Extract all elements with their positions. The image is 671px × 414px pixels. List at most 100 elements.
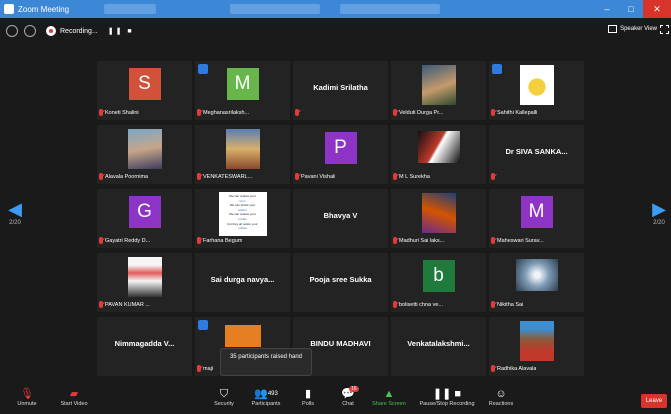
speaker-view-button[interactable]: Speaker View [608, 25, 657, 33]
muted-mic-icon [197, 109, 201, 116]
participant-name: Maheswari Surav... [497, 237, 544, 244]
muted-mic-icon [99, 109, 103, 116]
avatar: G [128, 196, 161, 228]
pause-stop-recording-button[interactable]: ❚❚ ■ Pause/Stop Recording [416, 388, 478, 407]
blurred-tab [104, 4, 156, 14]
previous-page-button[interactable]: ◀ 2/20 [5, 200, 25, 226]
avatar: P [324, 132, 357, 164]
muted-mic-icon [491, 109, 495, 116]
participant-tile[interactable]: M Meghanasrilaksh... [195, 61, 290, 120]
participant-photo [127, 129, 162, 169]
meeting-toolbar: 🎙 Unmute ▰ Start Video ⛉ Security 👥493 P… [0, 386, 671, 414]
maximize-button[interactable]: □ [619, 0, 643, 18]
participant-tile[interactable]: Madhuri Sai laks... [391, 189, 486, 248]
avatar: M [226, 68, 259, 100]
raised-hand-icon [492, 64, 502, 74]
participant-photo [417, 131, 460, 163]
share-screen-button[interactable]: ▲ Share Screen [370, 388, 408, 407]
muted-mic-icon [295, 109, 299, 116]
participants-button[interactable]: 👥493 Participants [247, 388, 285, 407]
participant-name: Pavani Vishali [301, 173, 336, 180]
next-page-button[interactable]: ▶ 2/20 [649, 200, 669, 226]
muted-mic-icon [99, 173, 103, 180]
recording-controls[interactable]: ❚❚ ■ [108, 27, 134, 35]
participant-photo [519, 321, 554, 361]
participant-tile[interactable]: Pooja sree Sukka [293, 253, 388, 312]
fullscreen-icon[interactable] [660, 25, 669, 34]
participant-name: VENKATESWARL... [203, 173, 253, 180]
unmute-button[interactable]: 🎙 Unmute [10, 388, 44, 407]
close-button[interactable]: ✕ [643, 0, 671, 18]
pause-stop-icon: ❚❚ ■ [432, 388, 462, 400]
window-title-bar: Zoom Meeting – □ ✕ [0, 0, 671, 18]
participant-name: Farhana Begum [203, 237, 243, 244]
participant-tile[interactable]: We can reduce your form We can shrink yo… [195, 189, 290, 248]
participant-tile[interactable]: Bhavya V [293, 189, 388, 248]
polls-icon: ▮ [304, 388, 312, 400]
participant-photo [225, 129, 260, 169]
participant-tile[interactable]: Dr SIVA SANKA... [489, 125, 584, 184]
recording-dot-icon [46, 26, 56, 36]
blurred-tab [340, 4, 440, 14]
participants-icon: 👥493 [254, 388, 278, 400]
muted-mic-icon [393, 301, 397, 308]
share-screen-icon: ▲ [383, 388, 395, 400]
participant-tile[interactable]: Nikitha Sai [489, 253, 584, 312]
meeting-info-icon[interactable] [6, 25, 18, 37]
shield-icon: ⛉ [219, 388, 229, 400]
participant-photo [421, 65, 456, 105]
encryption-shield-icon[interactable] [24, 25, 36, 37]
participant-photo [225, 325, 261, 347]
chat-button[interactable]: 💬 16 Chat [336, 386, 360, 407]
participant-photo [127, 257, 162, 297]
participant-tile[interactable]: VENKATESWARL... [195, 125, 290, 184]
avatar: b [422, 260, 455, 292]
reactions-icon: ☺ [495, 388, 507, 400]
leave-button[interactable]: Leave [641, 394, 667, 408]
participant-tile[interactable]: S Koneti Shalini [97, 61, 192, 120]
muted-mic-icon [295, 173, 299, 180]
reactions-button[interactable]: ☺ Reactions [484, 388, 518, 407]
participant-name: Madhuri Sai laks... [399, 237, 445, 244]
participant-tile[interactable]: Venkatalakshmi... [391, 317, 486, 376]
participant-tile[interactable]: M L Surekha [391, 125, 486, 184]
participant-tile[interactable]: Sai durga navya... [195, 253, 290, 312]
polls-button[interactable]: ▮ Polls [296, 388, 320, 407]
participant-name: PAVAN KUMAR ... [105, 301, 150, 308]
blurred-tab [230, 4, 320, 14]
participant-tile[interactable]: Kadimi Srilatha [293, 61, 388, 120]
participant-tile[interactable]: M Maheswari Surav... [489, 189, 584, 248]
security-button[interactable]: ⛉ Security [208, 388, 240, 407]
muted-mic-icon [197, 365, 201, 372]
participant-tile[interactable]: Alavala Poornima [97, 125, 192, 184]
muted-mic-icon [491, 237, 495, 244]
chevron-left-icon: ◀ [8, 199, 22, 219]
avatar: M [520, 196, 553, 228]
participant-tile[interactable]: Nimmagadda V... [97, 317, 192, 376]
participant-tile[interactable]: G Gayatri Reddy D... [97, 189, 192, 248]
participant-tile[interactable]: Sahithi Kallepalli [489, 61, 584, 120]
meeting-top-bar: Recording... ❚❚ ■ Speaker View [0, 18, 671, 44]
muted-mic-icon [393, 237, 397, 244]
view-grid-icon [608, 25, 618, 33]
participant-name: Nikitha Sai [497, 301, 524, 308]
chevron-right-icon: ▶ [652, 199, 666, 219]
participant-tile[interactable]: Velduti Durga Pr... [391, 61, 486, 120]
participant-tile[interactable]: PAVAN KUMAR ... [97, 253, 192, 312]
participant-photo [515, 259, 558, 291]
participant-name: Alavala Poornima [105, 173, 149, 180]
raised-hand-icon [198, 64, 208, 74]
participant-photo [519, 65, 554, 105]
participant-tile[interactable]: Radhika Alavala [489, 317, 584, 376]
muted-mic-icon [197, 173, 201, 180]
participant-name: Nimmagadda V... [114, 339, 175, 348]
minimize-button[interactable]: – [595, 0, 619, 18]
participant-tile[interactable]: b bolisetti chna ve... [391, 253, 486, 312]
start-video-button[interactable]: ▰ Start Video [55, 388, 93, 407]
muted-mic-icon [99, 237, 103, 244]
avatar: S [128, 68, 161, 100]
participant-name: Velduti Durga Pr... [399, 109, 444, 116]
participant-name: Meghanasrilaksh... [203, 109, 250, 116]
participant-tile[interactable]: P Pavani Vishali [293, 125, 388, 184]
participant-name: Sahithi Kallepalli [497, 109, 538, 116]
